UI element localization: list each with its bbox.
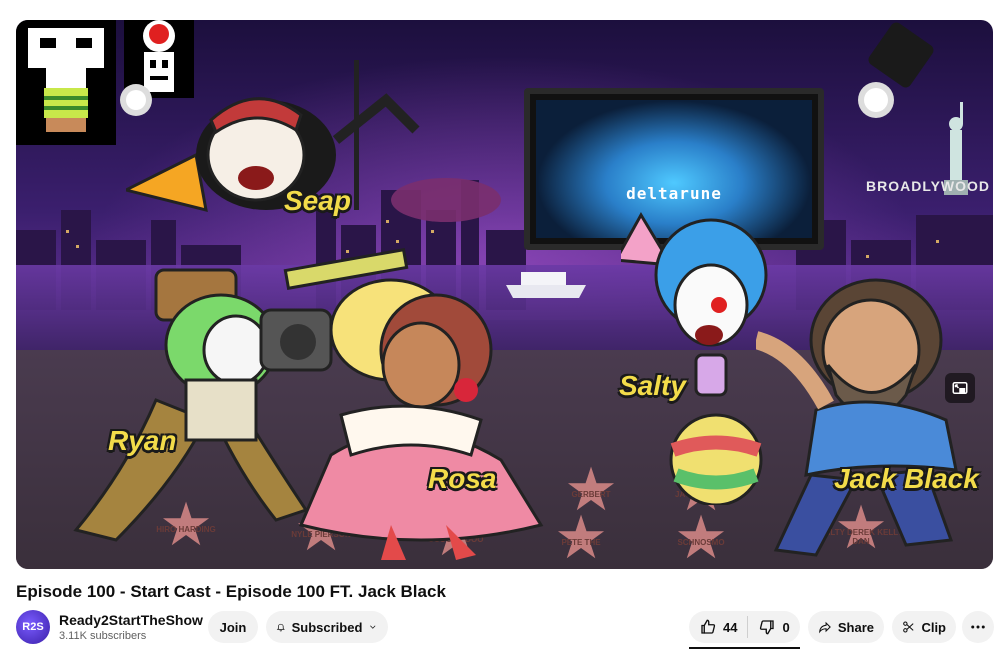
channel-avatar[interactable]: R2S bbox=[16, 610, 50, 644]
label-salty: Salty bbox=[619, 370, 686, 401]
miniplayer-icon bbox=[952, 382, 968, 394]
clip-label: Clip bbox=[921, 619, 946, 635]
chevron-down-icon bbox=[370, 625, 376, 629]
share-arrow-icon bbox=[819, 621, 831, 634]
pixel-sprite-kid bbox=[16, 20, 116, 145]
dislike-count: 0 bbox=[782, 619, 790, 635]
walk-star-name: SCHNOSMO bbox=[677, 538, 725, 547]
video-title: Episode 100 - Start Cast - Episode 100 F… bbox=[16, 582, 446, 601]
subscriber-count: 3.11K subscribers bbox=[59, 630, 147, 642]
thumbs-up-icon bbox=[701, 619, 716, 634]
jack-black-character bbox=[756, 278, 958, 557]
share-label: Share bbox=[837, 619, 874, 635]
share-button[interactable]: Share bbox=[808, 611, 884, 643]
avatar-text: R2S bbox=[22, 621, 44, 633]
more-actions-button[interactable] bbox=[962, 611, 994, 643]
channel-name[interactable]: Ready2StartTheShow bbox=[59, 611, 203, 629]
more-horizontal-icon bbox=[971, 625, 985, 629]
label-ryan: Ryan bbox=[108, 425, 177, 456]
like-divider bbox=[747, 616, 749, 638]
miniplayer-button[interactable] bbox=[945, 373, 975, 403]
scissors-icon bbox=[903, 621, 914, 633]
channel-info: R2S Ready2StartTheShow 3.11K subscribers bbox=[16, 610, 203, 644]
label-jack-black: Jack Black bbox=[834, 463, 979, 494]
join-button[interactable]: Join bbox=[208, 611, 258, 643]
bell-icon bbox=[276, 623, 285, 632]
dislike-button[interactable]: 0 bbox=[758, 618, 790, 636]
label-seap: Seap bbox=[284, 185, 351, 216]
like-underline bbox=[689, 647, 800, 649]
like-count: 44 bbox=[723, 619, 738, 635]
screen-logo: deltarune bbox=[626, 184, 722, 203]
rosa-character bbox=[298, 278, 544, 560]
subscribed-button[interactable]: Subscribed bbox=[266, 611, 388, 643]
like-dislike-group: 44 0 bbox=[689, 611, 800, 643]
subscribed-label: Subscribed bbox=[291, 619, 363, 635]
clip-button[interactable]: Clip bbox=[892, 611, 956, 643]
label-rosa: Rosa bbox=[428, 463, 497, 494]
broadlywood-sign: BROADLYWOOD bbox=[866, 178, 991, 194]
spotlight-right bbox=[858, 22, 934, 118]
video-player[interactable]: ★ HIRO HARDING ★ NYLE PIERSON ★ SCOOBY D… bbox=[16, 20, 993, 569]
like-button[interactable]: 44 bbox=[699, 618, 737, 636]
join-label: Join bbox=[219, 619, 247, 635]
thumbs-down-icon bbox=[760, 620, 775, 635]
